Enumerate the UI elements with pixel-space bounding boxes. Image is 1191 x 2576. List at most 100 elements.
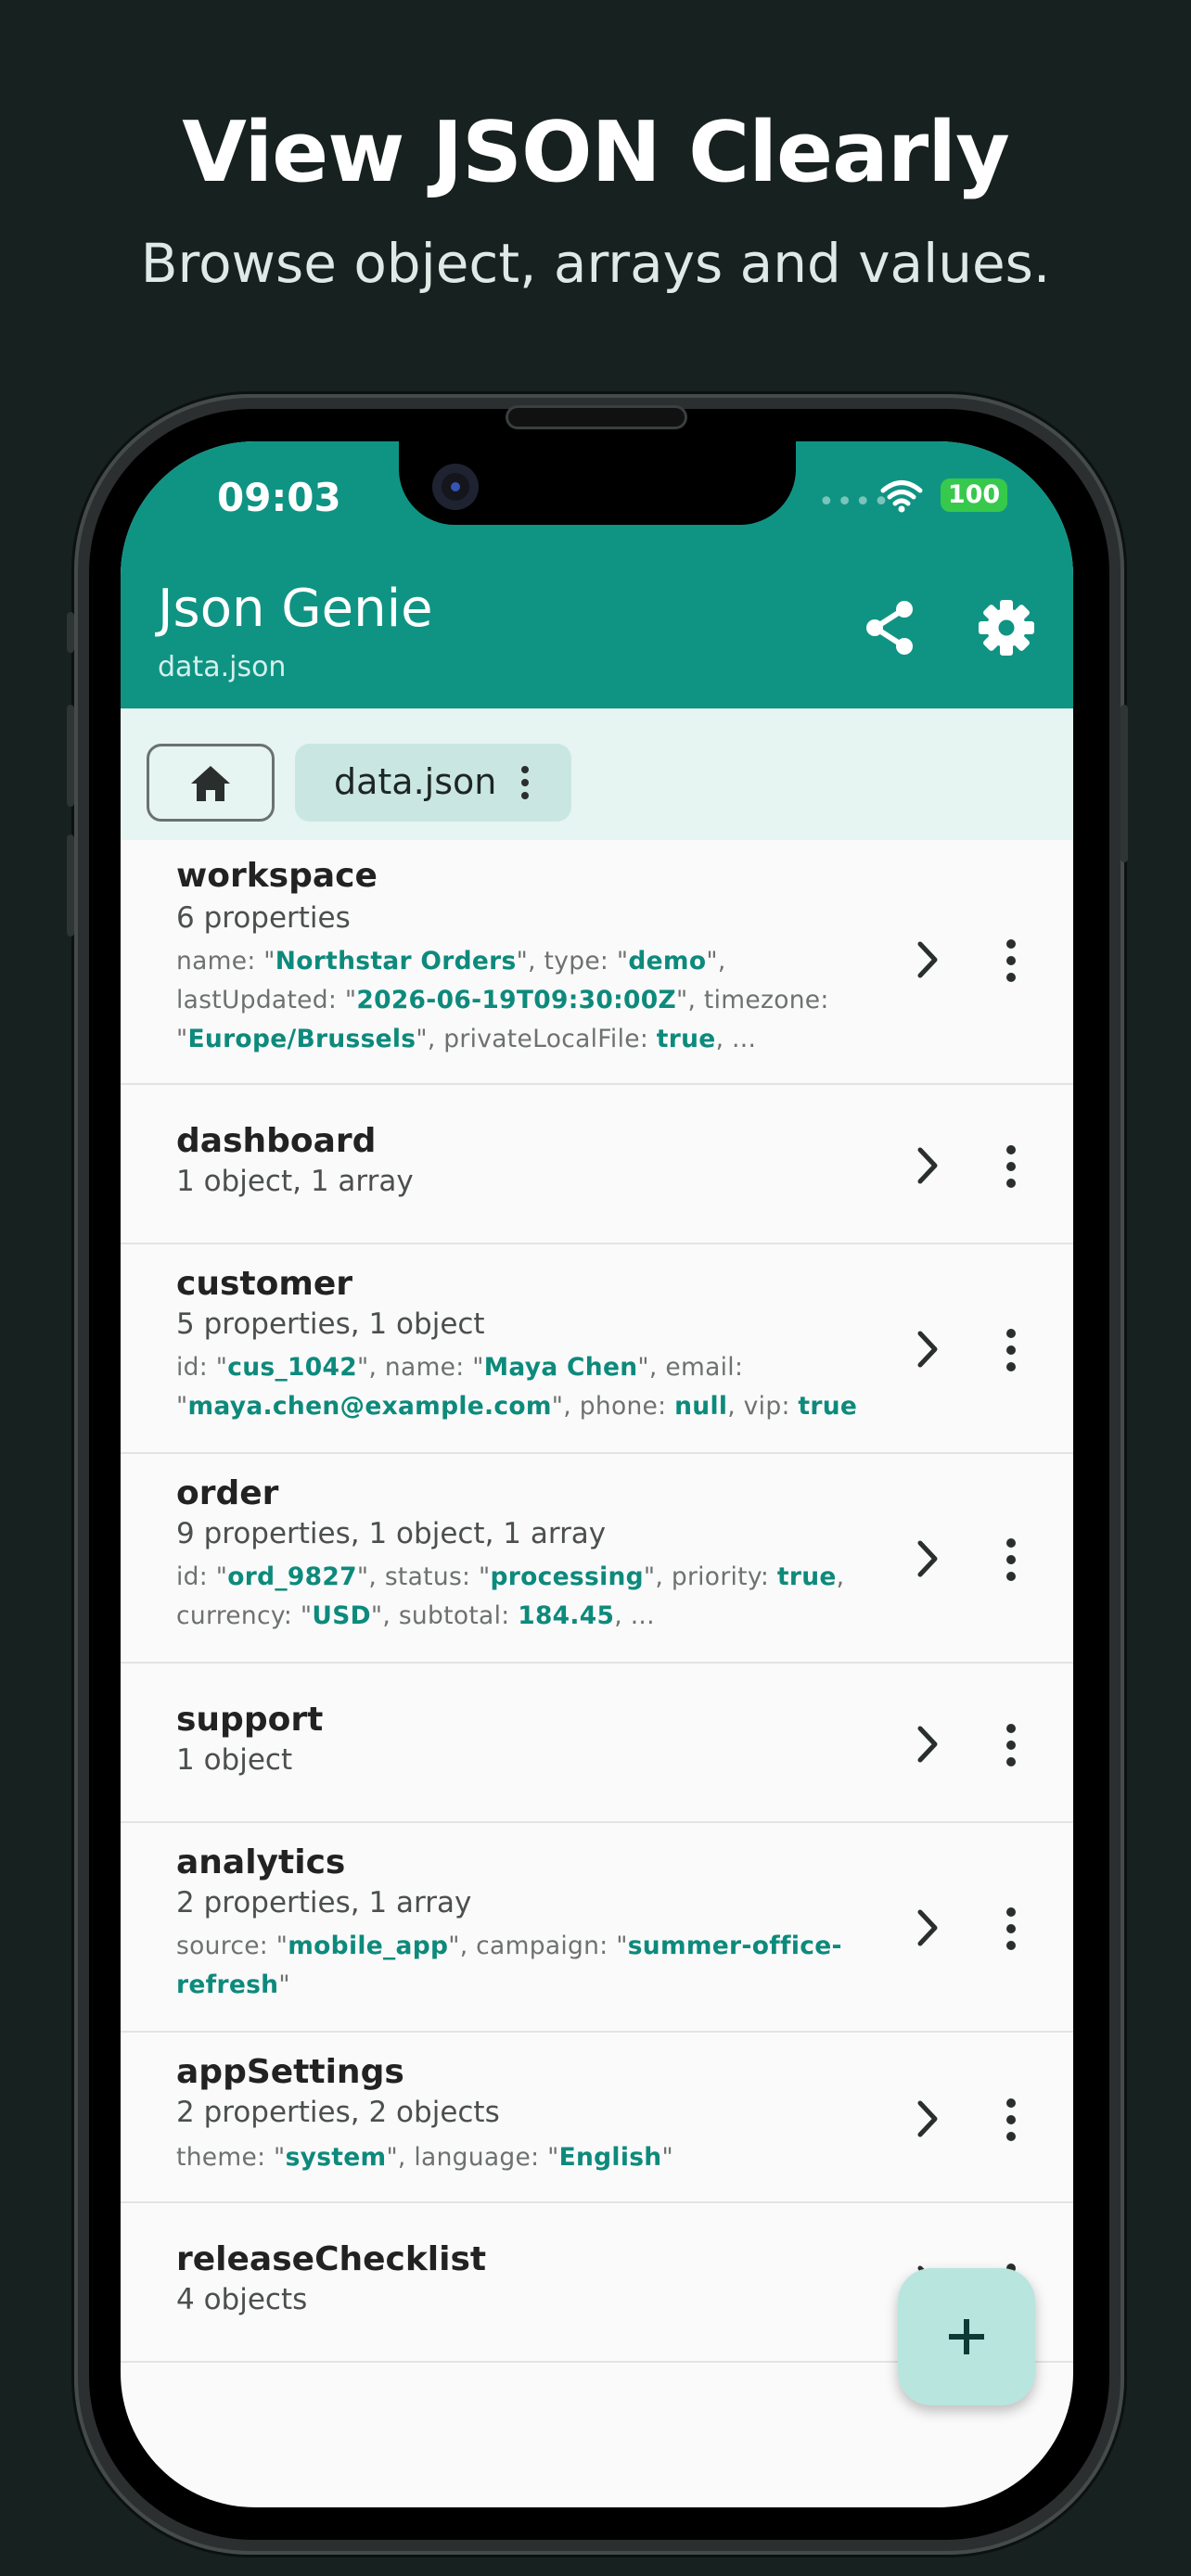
list-item[interactable]: order 9 properties, 1 object, 1 array id: … — [121, 1454, 1073, 1664]
phone-screen: 09:03 •••• 100 Json Genie data.json data… — [121, 441, 1073, 2507]
more-vert-icon[interactable] — [1004, 1326, 1018, 1374]
file-chip[interactable]: data.json — [295, 744, 571, 822]
preview-value: Northstar Orders — [275, 947, 517, 976]
home-icon — [191, 766, 230, 801]
preview-value: refresh — [176, 1970, 279, 1999]
preview-value: Maya Chen — [483, 1353, 638, 1382]
preview-line: lastUpdated: "2026-06-19T09:30:00Z", tim… — [176, 981, 881, 1020]
side-button — [67, 612, 74, 653]
preview-line: currency: "USD", subtotal: 184.45, ... — [176, 1597, 881, 1636]
app-title: Json Genie — [158, 579, 433, 639]
chevron-right-icon[interactable] — [911, 1721, 944, 1767]
node-key: appSettings — [176, 2053, 404, 2091]
phone-speaker — [508, 408, 685, 427]
chevron-right-icon[interactable] — [911, 1142, 944, 1189]
power-button — [1121, 705, 1128, 862]
preview-text: , ... — [614, 1601, 655, 1630]
preview-value: English — [558, 2143, 662, 2172]
plus-icon — [949, 2319, 984, 2354]
volume-down-button — [67, 835, 74, 937]
node-preview: source: "mobile_app", campaign: "summer-… — [176, 1927, 881, 2005]
preview-value: ord_9827 — [227, 1562, 357, 1591]
app-subtitle: data.json — [158, 651, 287, 683]
preview-line: source: "mobile_app", campaign: "summer-… — [176, 1927, 881, 1966]
settings-icon[interactable] — [976, 597, 1037, 658]
battery-indicator: 100 — [941, 478, 1007, 512]
preview-text: " — [176, 1392, 188, 1421]
preview-value: mobile_app — [288, 1932, 449, 1960]
preview-text: ", type: " — [516, 947, 629, 976]
preview-text: ", — [706, 947, 726, 976]
list-item[interactable]: customer 5 properties, 1 object id: "cus_1… — [121, 1244, 1073, 1454]
preview-line: name: "Northstar Orders", type: "demo", — [176, 942, 881, 981]
node-key: customer — [176, 1265, 353, 1303]
node-key: order — [176, 1474, 279, 1512]
hero-title: View JSON Clearly — [182, 104, 1009, 201]
chevron-right-icon[interactable] — [911, 1326, 944, 1372]
preview-value: maya.chen@example.com — [187, 1392, 552, 1421]
list-item[interactable]: workspace 6 properties name: "Northstar Or… — [121, 840, 1073, 1085]
preview-value: 184.45 — [518, 1601, 615, 1630]
node-key: dashboard — [176, 1122, 377, 1160]
node-summary: 1 object — [176, 1743, 293, 1777]
list-item[interactable]: appSettings 2 properties, 2 objects theme:… — [121, 2033, 1073, 2203]
hero-subtitle: Browse object, arrays and values. — [140, 232, 1051, 295]
chevron-right-icon[interactable] — [911, 2096, 944, 2142]
preview-value: demo — [628, 947, 707, 976]
more-vert-icon[interactable] — [1004, 1721, 1018, 1769]
preview-line: "Europe/Brussels", privateLocalFile: tru… — [176, 1020, 881, 1059]
preview-text: " — [278, 1970, 290, 1999]
preview-line: id: "ord_9827", status: "processing", pr… — [176, 1558, 881, 1597]
preview-value: USD — [312, 1601, 371, 1630]
more-vert-icon[interactable] — [1004, 2096, 1018, 2144]
preview-text: source: " — [176, 1932, 288, 1960]
node-summary: 2 properties, 2 objects — [176, 2096, 500, 2129]
preview-line: "maya.chen@example.com", phone: null, vi… — [176, 1387, 881, 1426]
front-camera — [432, 464, 479, 510]
preview-text: id: " — [176, 1562, 228, 1591]
preview-text: ", subtotal: — [370, 1601, 519, 1630]
share-icon[interactable] — [860, 597, 921, 658]
list-item[interactable]: support 1 object — [121, 1664, 1073, 1823]
more-vert-icon[interactable] — [1004, 1905, 1018, 1953]
chevron-right-icon[interactable] — [911, 1905, 944, 1951]
preview-value: true — [798, 1392, 858, 1421]
preview-value: system — [285, 2143, 387, 2172]
app-bar: 09:03 •••• 100 Json Genie data.json — [121, 441, 1073, 708]
node-summary: 5 properties, 1 object — [176, 1307, 485, 1341]
node-summary: 6 properties — [176, 901, 351, 935]
node-summary: 1 object, 1 array — [176, 1165, 414, 1198]
breadcrumb: data.json — [121, 708, 1073, 840]
node-summary: 2 properties, 1 array — [176, 1886, 472, 1919]
preview-text: ", status: " — [356, 1562, 491, 1591]
node-summary: 4 objects — [176, 2283, 308, 2316]
preview-text: , vip: — [727, 1392, 799, 1421]
list-item[interactable]: dashboard 1 object, 1 array — [121, 1085, 1073, 1244]
preview-text: ", priority: — [643, 1562, 777, 1591]
more-vert-icon[interactable] — [1004, 937, 1018, 985]
preview-text: " — [661, 2143, 673, 2172]
add-button[interactable] — [898, 2268, 1035, 2405]
more-vert-icon[interactable] — [518, 764, 532, 801]
preview-line: theme: "system", language: "English" — [176, 2138, 881, 2177]
more-vert-icon[interactable] — [1004, 1142, 1018, 1191]
node-preview: theme: "system", language: "English" — [176, 2138, 881, 2177]
preview-value: cus_1042 — [227, 1353, 357, 1382]
home-button[interactable] — [147, 744, 275, 822]
list-item[interactable]: analytics 2 properties, 1 array source: "m… — [121, 1823, 1073, 2033]
node-preview: name: "Northstar Orders", type: "demo", l… — [176, 942, 881, 1059]
preview-value: true — [656, 1025, 716, 1053]
preview-line: refresh" — [176, 1966, 881, 2005]
preview-text: ", name: " — [357, 1353, 484, 1382]
preview-text: ", privateLocalFile: — [416, 1025, 657, 1053]
chevron-right-icon[interactable] — [911, 1536, 944, 1582]
preview-text: , ... — [715, 1025, 757, 1053]
preview-text: id: " — [176, 1353, 228, 1382]
preview-text: " — [176, 1025, 188, 1053]
preview-text: lastUpdated: " — [176, 986, 357, 1014]
preview-value: 2026-06-19T09:30:00Z — [356, 986, 676, 1014]
json-node-list: workspace 6 properties name: "Northstar Or… — [121, 840, 1073, 2363]
preview-text: ", timezone: — [675, 986, 829, 1014]
chevron-right-icon[interactable] — [911, 937, 944, 983]
more-vert-icon[interactable] — [1004, 1536, 1018, 1584]
